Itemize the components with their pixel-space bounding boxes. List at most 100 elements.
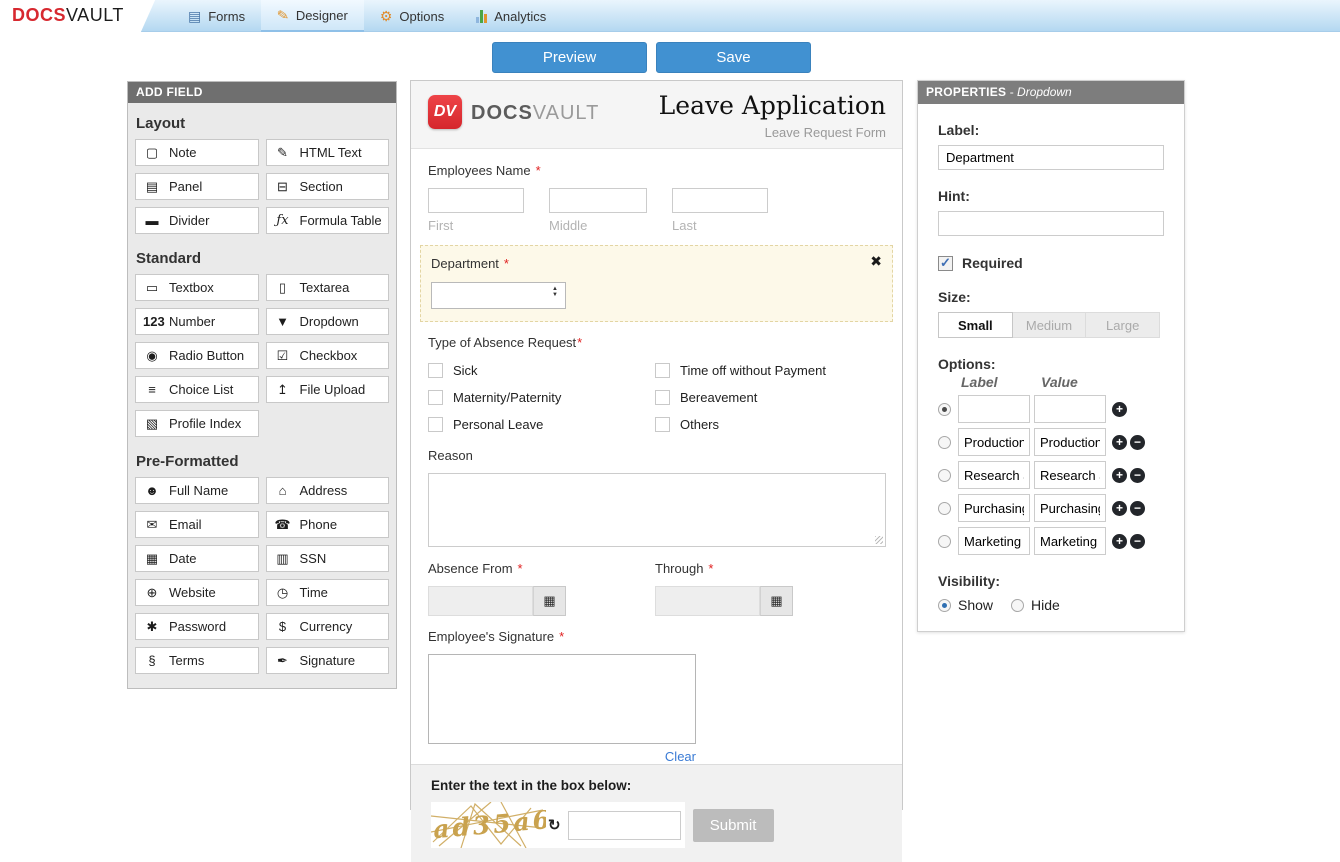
absence-from-field[interactable]: Absence From* ▦: [428, 560, 655, 616]
tab-designer[interactable]: ✎ Designer: [261, 0, 364, 32]
add-field-note[interactable]: ▢Note: [135, 139, 259, 166]
signature-clear-link[interactable]: Clear: [428, 749, 696, 764]
middle-name-input[interactable]: [549, 188, 647, 213]
add-field-signature[interactable]: ✒Signature: [266, 647, 390, 674]
option-value-input[interactable]: [1034, 461, 1106, 489]
profile-index-icon: ▧: [143, 416, 161, 432]
size-large-button[interactable]: Large: [1086, 312, 1160, 338]
add-field-terms[interactable]: §Terms: [135, 647, 259, 674]
reason-textarea[interactable]: [428, 473, 886, 547]
add-field-textarea[interactable]: ▯Textarea: [266, 274, 390, 301]
option-value-input[interactable]: [1034, 428, 1106, 456]
add-field-phone[interactable]: ☎Phone: [266, 511, 390, 538]
add-field-date[interactable]: ▦Date: [135, 545, 259, 572]
add-field-choice-list[interactable]: ≡Choice List: [135, 376, 259, 403]
captcha-refresh-icon[interactable]: ↻: [548, 816, 561, 834]
add-field-ssn[interactable]: ▥SSN: [266, 545, 390, 572]
checkbox-maternity[interactable]: Maternity/Paternity: [428, 390, 655, 405]
tab-options[interactable]: ⚙ Options: [364, 0, 460, 32]
add-field-password[interactable]: ✱Password: [135, 613, 259, 640]
properties-field-type: Dropdown: [1017, 85, 1072, 99]
visibility-hide-radio[interactable]: [1011, 599, 1024, 612]
form-header: DV DOCSVAULT Leave Application Leave Req…: [411, 81, 902, 149]
size-caption: Size:: [938, 289, 1164, 305]
add-field-address[interactable]: ⌂Address: [266, 477, 390, 504]
add-field-section[interactable]: ⊟Section: [266, 173, 390, 200]
department-dropdown[interactable]: ▲▼: [431, 282, 566, 309]
calendar-picker-button[interactable]: ▦: [760, 586, 793, 616]
required-checkbox[interactable]: [938, 256, 953, 271]
option-value-input[interactable]: [1034, 494, 1106, 522]
through-input[interactable]: [655, 586, 760, 616]
size-small-button[interactable]: Small: [938, 312, 1013, 338]
hint-input[interactable]: [938, 211, 1164, 236]
last-name-input[interactable]: [672, 188, 768, 213]
option-default-radio[interactable]: [938, 403, 951, 416]
calendar-picker-button[interactable]: ▦: [533, 586, 566, 616]
add-field-website[interactable]: ⊕Website: [135, 579, 259, 606]
options-col-label: Label: [961, 374, 1041, 390]
option-value-input[interactable]: [1034, 527, 1106, 555]
add-field-formula-table[interactable]: ƒxFormula Table: [266, 207, 390, 234]
option-label-input[interactable]: [958, 395, 1030, 423]
label-input[interactable]: [938, 145, 1164, 170]
remove-field-icon[interactable]: ✖: [870, 253, 882, 270]
add-field-full-name[interactable]: ☻Full Name: [135, 477, 259, 504]
add-option-icon[interactable]: +: [1112, 468, 1127, 483]
field-label: Date: [169, 551, 196, 566]
checkbox-others[interactable]: Others: [655, 417, 885, 432]
remove-option-icon[interactable]: −: [1130, 501, 1145, 516]
through-field[interactable]: Through* ▦: [655, 560, 882, 616]
add-field-currency[interactable]: $Currency: [266, 613, 390, 640]
remove-option-icon[interactable]: −: [1130, 534, 1145, 549]
add-field-panel-item[interactable]: ▤Panel: [135, 173, 259, 200]
checkbox-personal-leave[interactable]: Personal Leave: [428, 417, 655, 432]
option-label-input[interactable]: [958, 428, 1030, 456]
add-field-dropdown[interactable]: ▼Dropdown: [266, 308, 390, 335]
add-field-email[interactable]: ✉Email: [135, 511, 259, 538]
checkbox-sick[interactable]: Sick: [428, 363, 655, 378]
absence-type-field[interactable]: Type of Absence Request* Sick Time off w…: [428, 334, 885, 432]
tab-forms[interactable]: ▤ Forms: [172, 0, 261, 32]
department-field-selected[interactable]: Department* ✖ ▲▼: [420, 245, 893, 322]
checkbox-time-off[interactable]: Time off without Payment: [655, 363, 885, 378]
option-label-input[interactable]: [958, 527, 1030, 555]
add-field-checkbox[interactable]: ☑Checkbox: [266, 342, 390, 369]
first-name-input[interactable]: [428, 188, 524, 213]
signature-field[interactable]: Employee's Signature* Clear: [428, 628, 885, 764]
visibility-show-radio[interactable]: [938, 599, 951, 612]
option-default-radio[interactable]: [938, 535, 951, 548]
add-option-icon[interactable]: +: [1112, 402, 1127, 417]
reason-field[interactable]: Reason: [428, 447, 885, 547]
option-default-radio[interactable]: [938, 502, 951, 515]
size-medium-button[interactable]: Medium: [1013, 312, 1087, 338]
submit-button[interactable]: Submit: [693, 809, 774, 842]
add-field-textbox[interactable]: ▭Textbox: [135, 274, 259, 301]
add-field-divider[interactable]: ▬Divider: [135, 207, 259, 234]
add-field-profile-index[interactable]: ▧Profile Index: [135, 410, 259, 437]
preview-button[interactable]: Preview: [492, 42, 647, 73]
tab-analytics[interactable]: Analytics: [460, 0, 562, 32]
remove-option-icon[interactable]: −: [1130, 468, 1145, 483]
checkbox-bereavement[interactable]: Bereavement: [655, 390, 885, 405]
captcha-input[interactable]: [568, 811, 681, 840]
add-field-file-upload[interactable]: ↥File Upload: [266, 376, 390, 403]
add-option-icon[interactable]: +: [1112, 501, 1127, 516]
absence-from-input[interactable]: [428, 586, 533, 616]
add-field-number[interactable]: 123Number: [135, 308, 259, 335]
option-label-input[interactable]: [958, 494, 1030, 522]
remove-option-icon[interactable]: −: [1130, 435, 1145, 450]
save-button[interactable]: Save: [656, 42, 811, 73]
signature-pad[interactable]: [428, 654, 696, 744]
option-label-input[interactable]: [958, 461, 1030, 489]
option-value-input[interactable]: [1034, 395, 1106, 423]
add-field-time[interactable]: ◷Time: [266, 579, 390, 606]
add-field-radio-button[interactable]: ◉Radio Button: [135, 342, 259, 369]
tab-options-label: Options: [399, 9, 444, 24]
add-option-icon[interactable]: +: [1112, 534, 1127, 549]
option-default-radio[interactable]: [938, 436, 951, 449]
add-option-icon[interactable]: +: [1112, 435, 1127, 450]
option-default-radio[interactable]: [938, 469, 951, 482]
employees-name-field[interactable]: Employees Name* First Middle Last: [428, 162, 885, 233]
add-field-html-text[interactable]: ✎HTML Text: [266, 139, 390, 166]
